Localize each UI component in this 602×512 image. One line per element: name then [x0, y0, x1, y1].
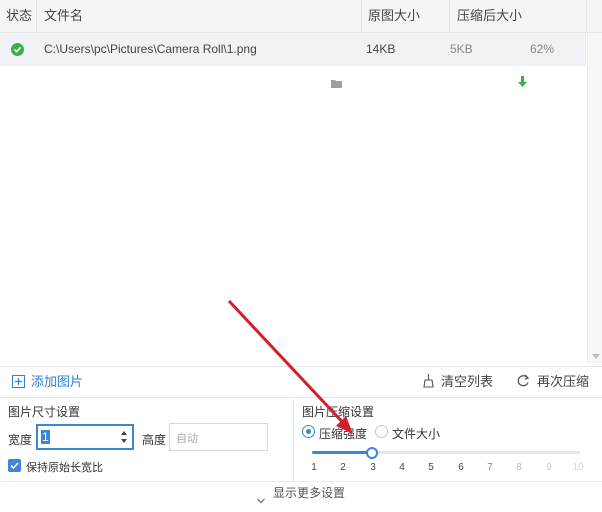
strength-slider-handle[interactable]: [366, 447, 378, 459]
width-field[interactable]: 1: [36, 424, 134, 450]
header-compressed-size[interactable]: 压缩后大小: [457, 0, 522, 32]
keep-ratio-checkbox[interactable]: [8, 459, 21, 472]
slider-track-filled: [312, 451, 372, 454]
show-more-settings[interactable]: 显示更多设置: [0, 481, 602, 504]
settings-divider: [293, 397, 294, 481]
add-image-icon[interactable]: [12, 375, 25, 388]
header-separator: [361, 0, 362, 32]
width-value: 1: [41, 430, 50, 444]
arrow-down-icon: [518, 76, 527, 87]
slider-tick: 5: [428, 462, 434, 473]
compression-ratio: 62%: [530, 42, 555, 56]
slider-tick: 2: [340, 462, 346, 473]
slider-track[interactable]: [372, 451, 580, 454]
compress-settings-title: 图片压缩设置: [302, 405, 375, 419]
slider-tick: 1: [311, 462, 317, 473]
scroll-down-icon[interactable]: [592, 354, 600, 359]
width-label: 宽度: [8, 433, 33, 447]
add-images-button[interactable]: 添加图片: [31, 367, 83, 397]
slider-tick: 10: [572, 462, 584, 473]
success-check-icon: [11, 43, 24, 56]
header-separator: [449, 0, 450, 32]
radio-strength[interactable]: [302, 425, 315, 438]
show-more-label: 显示更多设置: [272, 486, 345, 500]
height-label: 高度: [142, 433, 167, 447]
keep-ratio-label[interactable]: 保持原始长宽比: [26, 459, 103, 475]
strength-option-label[interactable]: 压缩强度: [319, 425, 367, 442]
broom-icon: [423, 374, 434, 388]
vertical-scrollbar[interactable]: [587, 33, 602, 363]
radio-filesize[interactable]: [375, 425, 388, 438]
height-placeholder: 自动: [176, 433, 198, 445]
original-size-value: 14KB: [366, 42, 396, 56]
table-row[interactable]: C:\Users\pc\Pictures\Camera Roll\1.png 1…: [0, 33, 586, 88]
file-table-header: 状态 文件名 原图大小 压缩后大小: [0, 0, 602, 33]
open-folder-icon[interactable]: [331, 77, 342, 88]
slider-tick: 9: [546, 462, 552, 473]
size-settings-title: 图片尺寸设置: [8, 405, 81, 419]
slider-tick: 8: [516, 462, 522, 473]
chevron-down-icon: [257, 490, 265, 504]
compressed-size-value: 5KB: [450, 42, 473, 56]
header-separator: [586, 0, 587, 32]
slider-tick: 7: [487, 462, 493, 473]
slider-tick: 3: [370, 462, 376, 473]
width-stepper-icon[interactable]: [120, 429, 128, 445]
height-field[interactable]: 自动: [169, 423, 268, 451]
header-filename[interactable]: 文件名: [44, 0, 83, 32]
refresh-icon: [516, 374, 530, 388]
slider-tick: 6: [458, 462, 464, 473]
header-separator: [36, 0, 37, 32]
file-path: C:\Users\pc\Pictures\Camera Roll\1.png: [44, 42, 257, 56]
action-toolbar: 添加图片 清空列表 再次压缩: [0, 366, 602, 398]
header-original-size[interactable]: 原图大小: [368, 0, 420, 32]
recompress-button[interactable]: 再次压缩: [537, 367, 589, 397]
header-status[interactable]: 状态: [6, 0, 32, 32]
slider-tick: 4: [399, 462, 405, 473]
filesize-option-label[interactable]: 文件大小: [392, 425, 440, 442]
clear-list-button[interactable]: 清空列表: [441, 367, 493, 397]
